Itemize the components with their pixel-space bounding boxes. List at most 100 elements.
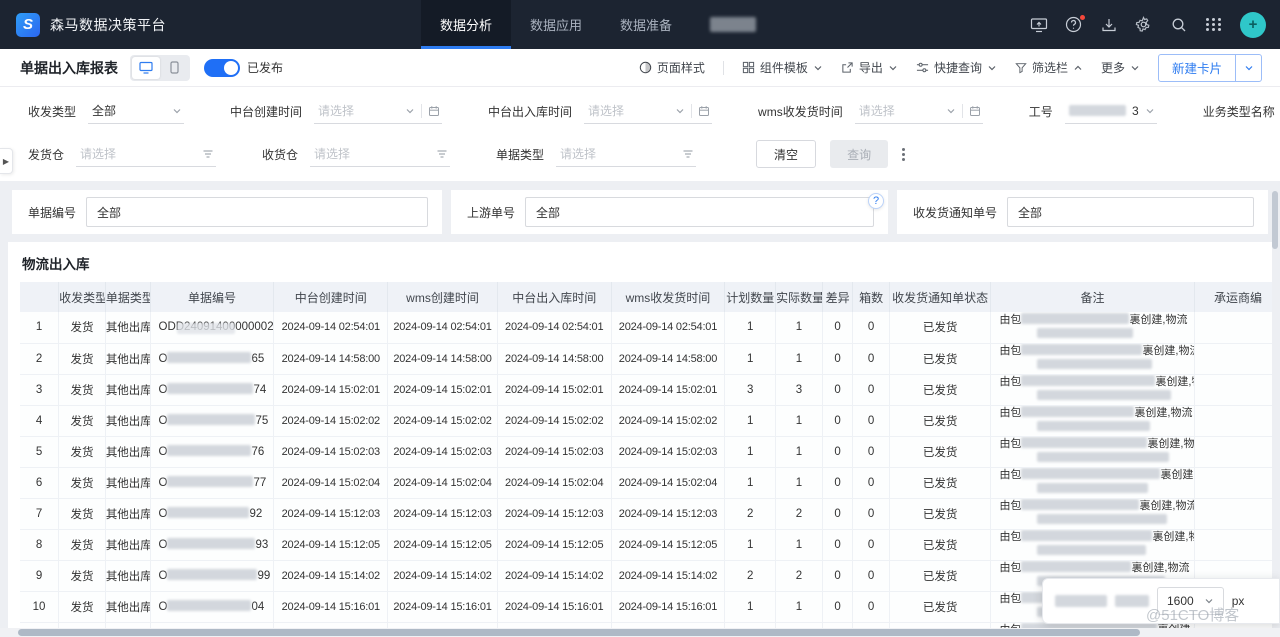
nav-tab-1[interactable]: 数据分析 — [421, 0, 511, 49]
filter-control-工号[interactable]: 3 — [1065, 98, 1157, 124]
card-width-select[interactable]: 1600 — [1157, 587, 1224, 615]
card-width-popover: 1600 px — [1042, 578, 1280, 624]
table-row[interactable]: 2发货其他出库O652024-09-14 14:58:002024-09-14 … — [20, 343, 1272, 374]
filter-label: 单据类型 — [496, 146, 544, 163]
chevron-down-icon — [675, 106, 685, 116]
chevron-down-icon — [1244, 63, 1254, 73]
cell-wms-ship-time: 2024-09-14 15:02:03 — [611, 436, 725, 467]
search-card-input[interactable]: 全部 — [86, 197, 428, 227]
toolbar-action-2[interactable]: 组件模板 — [742, 59, 823, 76]
card-width-unit: px — [1232, 594, 1245, 608]
cell-status: 已发货 — [889, 312, 991, 343]
filter-control-中台出入库时间[interactable]: 请选择 — [584, 98, 712, 124]
redacted-value — [1069, 105, 1126, 116]
redacted-remark-segment — [1021, 499, 1139, 510]
search-card-input[interactable]: 全部 — [1007, 197, 1254, 227]
table-row[interactable]: 3发货其他出库O742024-09-14 15:02:012024-09-14 … — [20, 374, 1272, 405]
toolbar-action-5[interactable]: 筛选栏 — [1015, 59, 1083, 76]
filter-control-单据类型[interactable]: 请选择 — [556, 141, 696, 167]
chevron-up-icon — [1073, 63, 1083, 73]
cell-wms-create-time: 2024-09-14 15:02:03 — [388, 436, 498, 467]
filter-control-中台创建时间[interactable]: 请选择 — [314, 98, 442, 124]
filter-单据类型: 单据类型请选择 — [496, 141, 696, 167]
table-row[interactable]: 4发货其他出库O752024-09-14 15:02:022024-09-14 … — [20, 405, 1272, 436]
vertical-scrollbar-thumb[interactable] — [1272, 191, 1278, 249]
toolbar-action-1[interactable]: 页面样式 — [639, 59, 705, 76]
help-icon[interactable] — [1065, 16, 1083, 34]
redacted-remark-segment-2 — [1037, 390, 1171, 400]
filter-收货仓: 收货仓请选择 — [262, 141, 450, 167]
page-style-icon — [639, 61, 652, 74]
table-row[interactable]: 8发货其他出库O932024-09-14 15:12:052024-09-14 … — [20, 529, 1272, 560]
desktop-view-button[interactable] — [132, 57, 160, 79]
horizontal-scrollbar[interactable] — [0, 628, 1280, 637]
toolbar-action-3[interactable]: 导出 — [841, 59, 898, 76]
divider — [691, 104, 692, 118]
mobile-icon — [170, 61, 179, 74]
sidebar-collapse-handle[interactable]: ▶ — [0, 148, 13, 174]
redacted-nav-label — [710, 17, 756, 32]
search-icon[interactable] — [1170, 16, 1188, 34]
row-index: 2 — [20, 343, 59, 374]
table-row[interactable]: 5发货其他出库O762024-09-14 15:02:032024-09-14 … — [20, 436, 1272, 467]
divider — [421, 104, 422, 118]
cell-order-no: O77 — [150, 467, 274, 498]
cell-mid-create-time: 2024-09-14 15:02:02 — [274, 405, 388, 436]
cell-boxes: 0 — [853, 498, 890, 529]
table-row[interactable]: 6发货其他出库O772024-09-14 15:02:042024-09-14 … — [20, 467, 1272, 498]
download-icon[interactable] — [1100, 16, 1118, 34]
filter-control-收货仓[interactable]: 请选择 — [310, 141, 450, 167]
cell-doc-type: 其他出库 — [105, 591, 150, 622]
cell-wms-create-time: 2024-09-14 15:12:05 — [388, 529, 498, 560]
new-card-button[interactable]: 新建卡片 — [1158, 54, 1262, 82]
nav-tab-2[interactable]: 数据应用 — [511, 0, 601, 49]
cell-wms-ship-time: 2024-09-14 14:58:00 — [611, 343, 725, 374]
mobile-view-button[interactable] — [160, 57, 188, 79]
apps-grid-icon[interactable] — [1205, 16, 1223, 34]
publish-toggle[interactable] — [204, 59, 240, 77]
table-row[interactable]: 1发货其他出库ODD240914000000022024-09-14 02:54… — [20, 312, 1272, 343]
chevron-down-icon — [405, 106, 415, 116]
cell-mid-create-time: 2024-09-14 02:54:01 — [274, 312, 388, 343]
cell-mid-io-time: 2024-09-14 15:02:01 — [497, 374, 611, 405]
filter-panel: 收发类型全部中台创建时间请选择中台出入库时间请选择wms收发货时间请选择工号3业… — [0, 87, 1280, 181]
toolbar-divider — [723, 61, 724, 75]
more-dots-button[interactable] — [902, 148, 905, 161]
user-avatar[interactable]: + — [1240, 12, 1266, 38]
screen-share-icon[interactable] — [1030, 16, 1048, 34]
column-header-单据类型: 单据类型 — [105, 282, 150, 312]
search-card-input[interactable]: 全部 — [525, 197, 874, 227]
cell-status: 已发货 — [889, 374, 991, 405]
settings-icon[interactable] — [1135, 16, 1153, 34]
remark-line2 — [1037, 545, 1193, 559]
cell-doc-type: 其他出库 — [105, 343, 150, 374]
remark-line2 — [1037, 452, 1193, 466]
toolbar-action-4[interactable]: 快捷查询 — [916, 59, 997, 76]
table-row[interactable]: 7发货其他出库O922024-09-14 15:12:032024-09-14 … — [20, 498, 1272, 529]
redacted-order-segment — [167, 538, 255, 549]
nav-tab-redacted[interactable] — [691, 0, 775, 49]
cell-status: 已发货 — [889, 591, 991, 622]
cell-plan-qty: 1 — [725, 467, 776, 498]
horizontal-scrollbar-thumb[interactable] — [18, 629, 1140, 636]
cell-boxes: 0 — [853, 343, 890, 374]
filter-control-wms收发货时间[interactable]: 请选择 — [855, 98, 983, 124]
column-header-单据编号: 单据编号 — [150, 282, 274, 312]
chevron-down-icon — [172, 106, 182, 116]
redacted-remark-segment-2 — [1037, 545, 1146, 555]
cell-carrier — [1194, 436, 1272, 467]
new-card-dropdown-button[interactable] — [1235, 55, 1261, 81]
filter-control-发货仓[interactable]: 请选择 — [76, 141, 216, 167]
cell-doc-type: 其他出库 — [105, 560, 150, 591]
toolbar-action-6[interactable]: 更多 — [1101, 59, 1140, 76]
order-number: O75 — [159, 414, 269, 427]
filter-placeholder: 请选择 — [314, 145, 430, 162]
query-button[interactable]: 查询 — [830, 140, 888, 168]
filter-control-收发类型[interactable]: 全部 — [88, 98, 184, 124]
row-index: 6 — [20, 467, 59, 498]
row-index: 5 — [20, 436, 59, 467]
cell-wms-create-time: 2024-09-14 15:02:02 — [388, 405, 498, 436]
nav-tab-3[interactable]: 数据准备 — [601, 0, 691, 49]
clear-button[interactable]: 清空 — [756, 140, 816, 168]
help-icon[interactable]: ? — [868, 193, 884, 209]
